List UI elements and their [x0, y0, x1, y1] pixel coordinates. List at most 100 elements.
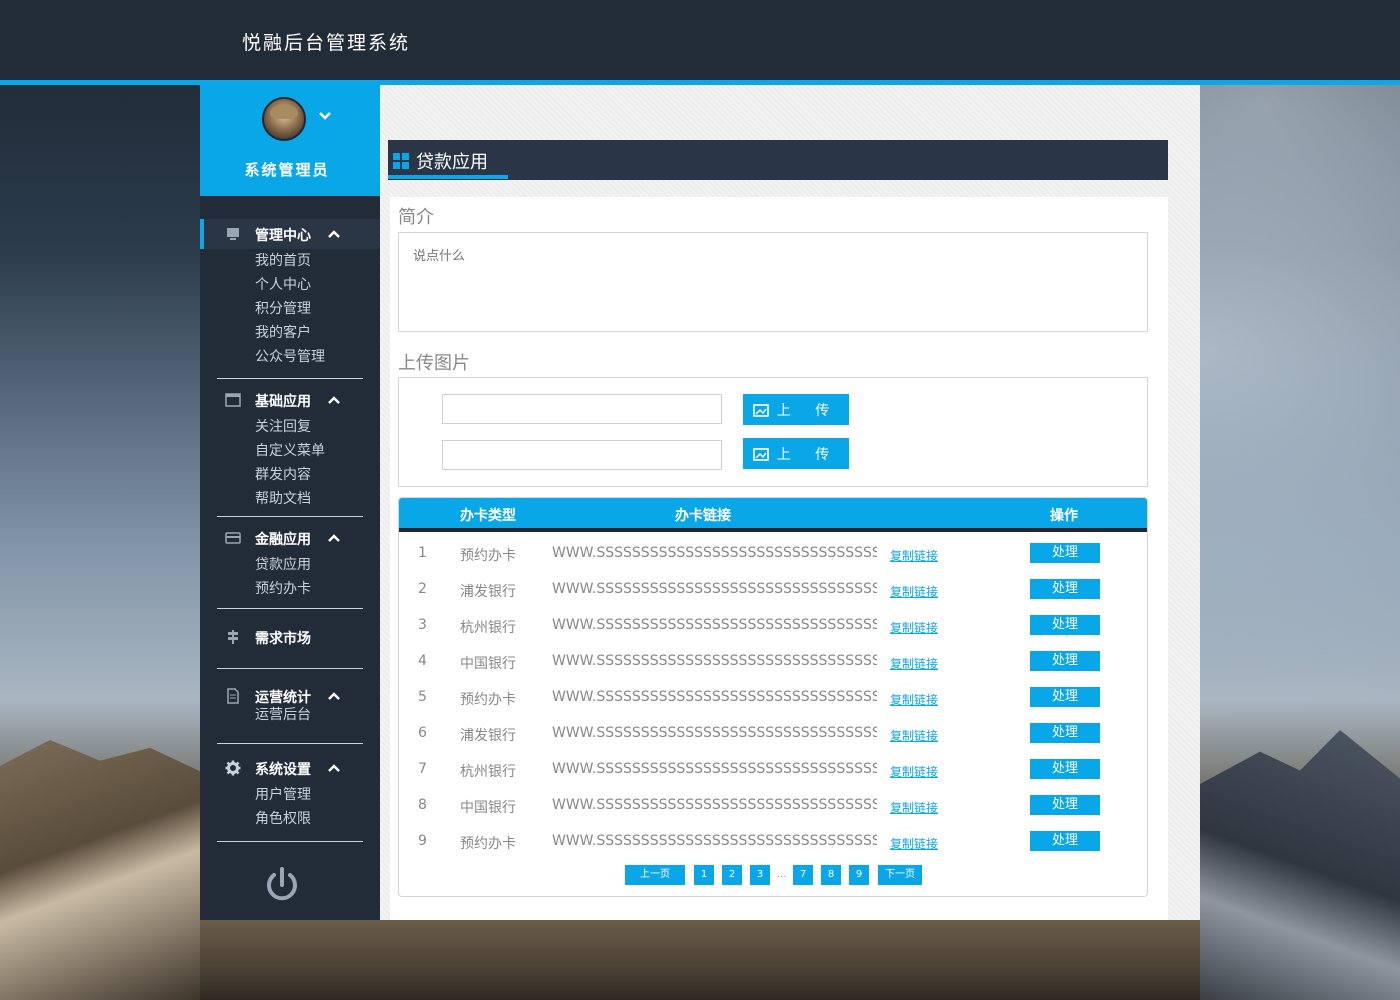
copy-link-button[interactable]: 复制链接	[890, 727, 938, 744]
gear-icon	[225, 760, 241, 776]
menu-divider	[217, 743, 363, 744]
chevron-up-icon[interactable]	[327, 227, 341, 241]
upload-button-1[interactable]: 上 传	[743, 394, 849, 425]
menu-group-finance: 金融应用 贷款应用 预约办卡	[200, 523, 380, 601]
pagination: 上一页 1 2 3 ... 7 8 9 下一页	[399, 865, 1147, 887]
process-button[interactable]: 处理	[1030, 579, 1100, 599]
upload-button-2[interactable]: 上 传	[743, 438, 849, 469]
upload-file-input-1[interactable]	[442, 394, 722, 424]
intro-label: 简介	[398, 207, 434, 228]
sidebar-item-role-perms[interactable]: 角色权限	[255, 807, 380, 831]
row-number: 3	[418, 617, 427, 633]
process-button[interactable]: 处理	[1030, 615, 1100, 635]
row-number: 1	[418, 545, 427, 561]
sidebar-item-user-mgmt[interactable]: 用户管理	[255, 783, 380, 807]
table-header: 办卡类型 办卡链接 操作	[399, 498, 1147, 532]
page-button[interactable]: 8	[821, 865, 841, 885]
card-type: 浦发银行	[460, 584, 516, 600]
upload-file-input-2[interactable]	[442, 440, 722, 470]
copy-link-button[interactable]: 复制链接	[890, 691, 938, 708]
upload-button-label: 上 传	[776, 402, 840, 419]
chevron-up-icon[interactable]	[327, 761, 341, 775]
process-button[interactable]: 处理	[1030, 795, 1100, 815]
card-type: 中国银行	[460, 800, 516, 816]
avatar[interactable]	[262, 97, 306, 141]
row-number: 5	[418, 689, 427, 705]
sidebar-item-custom-menu[interactable]: 自定义菜单	[255, 439, 380, 463]
chevron-down-icon[interactable]	[318, 109, 332, 123]
image-upload-icon	[752, 403, 769, 417]
column-header-link: 办卡链接	[675, 508, 731, 524]
sidebar-item-profile[interactable]: 个人中心	[255, 273, 380, 297]
background-mountain-left	[0, 740, 200, 1000]
upload-panel: 上 传 上 传	[398, 377, 1148, 487]
sidebar-item-broadcast[interactable]: 群发内容	[255, 463, 380, 487]
column-header-type: 办卡类型	[460, 508, 516, 524]
menu-group-operations: 运营统计 运营后台	[200, 681, 380, 727]
menu-head-finance[interactable]: 金融应用	[200, 523, 380, 553]
power-icon[interactable]	[262, 865, 302, 905]
process-button[interactable]: 处理	[1030, 831, 1100, 851]
chevron-up-icon[interactable]	[327, 531, 341, 545]
process-button[interactable]: 处理	[1030, 723, 1100, 743]
card-link: WWW.SSSSSSSSSSSSSSSSSSSSSSSSSSSSSSSSSSS.…	[552, 797, 877, 813]
menu-group-basic: 基础应用 关注回复 自定义菜单 群发内容 帮助文档	[200, 385, 380, 511]
menu-head-market[interactable]: 需求市场	[200, 622, 380, 652]
page-button[interactable]: 9	[849, 865, 869, 885]
card-link: WWW.SSSSSSSSSSSSSSSSSSSSSSSSSSSSSSSSSSS.…	[552, 725, 877, 741]
app-title: 悦融后台管理系统	[242, 32, 411, 54]
prev-page-button[interactable]: 上一页	[625, 865, 685, 885]
table-row: 9 预约办卡 WWW.SSSSSSSSSSSSSSSSSSSSSSSSSSSSSSS…	[399, 824, 1147, 860]
table-row: 5 预约办卡 WWW.SSSSSSSSSSSSSSSSSSSSSSSSSSSSSSS…	[399, 680, 1147, 716]
next-page-button[interactable]: 下一页	[878, 865, 922, 885]
monitor-icon	[227, 228, 239, 240]
card-link: WWW.SSSSSSSSSSSSSSSSSSSSSSSSSSSSSSSSSSS.…	[552, 545, 877, 561]
copy-link-button[interactable]: 复制链接	[890, 619, 938, 636]
page-button[interactable]: 3	[750, 865, 770, 885]
sidebar-item-customers[interactable]: 我的客户	[255, 321, 380, 345]
menu-label: 金融应用	[255, 532, 311, 548]
copy-link-button[interactable]: 复制链接	[890, 583, 938, 600]
process-button[interactable]: 处理	[1030, 543, 1100, 563]
sidebar-item-loan-app[interactable]: 贷款应用	[255, 553, 380, 577]
page-button[interactable]: 2	[722, 865, 742, 885]
sidebar-item-official-account[interactable]: 公众号管理	[255, 345, 380, 369]
process-button[interactable]: 处理	[1030, 651, 1100, 671]
copy-link-button[interactable]: 复制链接	[890, 835, 938, 852]
process-button[interactable]: 处理	[1030, 687, 1100, 707]
menu-divider	[217, 516, 363, 517]
card-link: WWW.SSSSSSSSSSSSSSSSSSSSSSSSSSSSSSSSSSS.…	[552, 653, 877, 669]
sidebar-item-home[interactable]: 我的首页	[255, 249, 380, 273]
menu-head-basic[interactable]: 基础应用	[200, 385, 380, 415]
copy-link-button[interactable]: 复制链接	[890, 799, 938, 816]
chevron-up-icon[interactable]	[327, 689, 341, 703]
intro-textarea[interactable]	[399, 233, 1147, 331]
grid-icon	[393, 153, 409, 169]
sidebar: 系统管理员 管理中心 我的首页 个人中心 积分管理 我的客户 公众号管理 基础应…	[200, 85, 380, 920]
page-button[interactable]: 7	[793, 865, 813, 885]
sidebar-item-card-booking[interactable]: 预约办卡	[255, 577, 380, 601]
menu-head-management[interactable]: 管理中心	[200, 219, 380, 249]
table-row: 7 杭州银行 WWW.SSSSSSSSSSSSSSSSSSSSSSSSSSSSSSS…	[399, 752, 1147, 788]
menu-head-settings[interactable]: 系统设置	[200, 753, 380, 783]
menu-head-operations[interactable]: 运营统计	[200, 681, 380, 711]
sidebar-item-help-docs[interactable]: 帮助文档	[255, 487, 380, 511]
copy-link-button[interactable]: 复制链接	[890, 763, 938, 780]
row-number: 4	[418, 653, 427, 669]
window-icon	[225, 393, 241, 407]
table-row: 8 中国银行 WWW.SSSSSSSSSSSSSSSSSSSSSSSSSSSSSSS…	[399, 788, 1147, 824]
sidebar-item-points[interactable]: 积分管理	[255, 297, 380, 321]
process-button[interactable]: 处理	[1030, 759, 1100, 779]
copy-link-button[interactable]: 复制链接	[890, 547, 938, 564]
page-button[interactable]: 1	[694, 865, 714, 885]
main-panel: 贷款应用 简介 上传图片 上 传 上 传 办卡类型 办卡链接 操作	[380, 85, 1200, 920]
card-link: WWW.SSSSSSSSSSSSSSSSSSSSSSSSSSSSSSSSSSS.…	[552, 581, 877, 597]
card-type: 预约办卡	[460, 548, 516, 564]
sidebar-item-follow-reply[interactable]: 关注回复	[255, 415, 380, 439]
signpost-icon	[228, 630, 238, 644]
row-number: 7	[418, 761, 427, 777]
menu-divider	[217, 608, 363, 609]
chevron-up-icon[interactable]	[327, 393, 341, 407]
copy-link-button[interactable]: 复制链接	[890, 655, 938, 672]
image-upload-icon	[752, 447, 769, 461]
